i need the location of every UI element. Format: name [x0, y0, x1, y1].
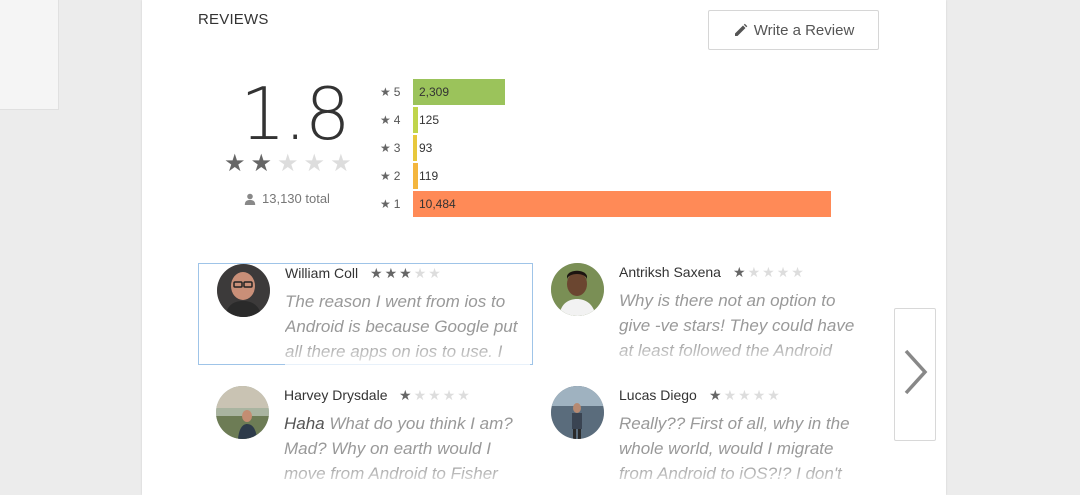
- review-text: The reason I went from ios to Android is…: [285, 289, 530, 367]
- star-empty-icon: ★: [442, 387, 456, 403]
- review-rating: ★ ★ ★ ★ ★: [370, 266, 441, 280]
- histogram-bar: [413, 107, 418, 133]
- star-empty-icon: ★: [776, 264, 790, 280]
- histogram-count: 2,309: [419, 85, 450, 99]
- review-text-body: Really?? First of all, why in the whole …: [619, 414, 850, 483]
- star-icon: ★: [380, 197, 391, 211]
- chevron-right-icon: [900, 347, 930, 402]
- histogram-row: ★ 5 2,309: [380, 79, 505, 105]
- histogram-label: ★ 5: [380, 85, 413, 99]
- review-text: Really?? First of all, why in the whole …: [619, 411, 864, 489]
- star-empty-icon: ★: [428, 265, 441, 281]
- histogram-count: 93: [419, 141, 433, 155]
- pencil-icon: [733, 23, 748, 38]
- write-review-label: Write a Review: [753, 21, 855, 39]
- review-rating: ★ ★ ★ ★ ★: [709, 388, 780, 402]
- histogram-row: ★ 2 119: [380, 163, 438, 189]
- star-empty-icon: ★: [738, 387, 751, 403]
- star-filled-icon: ★: [399, 387, 412, 403]
- write-review-button[interactable]: Write a Review: [708, 10, 879, 50]
- review-card[interactable]: William Coll ★ ★ ★ ★ ★ The reason I went from …: [198, 263, 533, 367]
- review-card[interactable]: Harvey Drysdale ★ ★ ★ ★ ★ Haha What do you thi…: [198, 386, 533, 489]
- star-empty-icon: ★: [428, 387, 441, 403]
- histogram-star-value: 4: [393, 113, 401, 127]
- avatar: [217, 264, 270, 317]
- review-author: Lucas Diego: [619, 387, 697, 403]
- total-ratings: 13,130 total: [244, 191, 330, 206]
- star-filled-icon: ★: [250, 150, 273, 177]
- histogram-row: ★ 4 125: [380, 107, 439, 133]
- star-empty-icon: ★: [723, 387, 737, 403]
- star-icon: ★: [380, 85, 391, 99]
- left-panel: [0, 0, 59, 110]
- star-empty-icon: ★: [413, 387, 427, 403]
- review-card[interactable]: Antriksh Saxena ★ ★ ★ ★ ★ Why is there not an …: [533, 263, 868, 366]
- avatar: [551, 263, 604, 316]
- review-text: Haha What do you think I am? Mad? Why on…: [284, 411, 529, 489]
- average-stars: ★ ★ ★ ★ ★: [224, 152, 352, 176]
- histogram-label: ★ 1: [380, 197, 413, 211]
- star-filled-icon: ★: [224, 150, 246, 177]
- star-filled-icon: ★: [384, 265, 398, 281]
- avatar: [551, 386, 604, 439]
- star-empty-icon: ★: [752, 387, 766, 403]
- star-empty-icon: ★: [413, 265, 427, 281]
- review-text-body: The reason I went from ios to Android is…: [285, 292, 518, 361]
- review-rating: ★ ★ ★ ★ ★: [399, 388, 470, 402]
- histogram-label: ★ 2: [380, 169, 413, 183]
- histogram-count: 119: [419, 169, 439, 183]
- star-filled-icon: ★: [709, 387, 722, 403]
- histogram-count: 125: [419, 113, 440, 127]
- star-filled-icon: ★: [733, 264, 746, 280]
- star-filled-icon: ★: [370, 265, 383, 281]
- review-text-lead: Haha: [284, 414, 325, 433]
- person-icon: [244, 193, 256, 205]
- star-empty-icon: ★: [767, 387, 780, 403]
- star-empty-icon: ★: [747, 264, 761, 280]
- histogram-row: ★ 3 93: [380, 135, 432, 161]
- star-empty-icon: ★: [303, 150, 326, 177]
- average-score: 1.8: [240, 72, 351, 156]
- total-text: 13,130 total: [262, 191, 330, 206]
- histogram-label: ★ 3: [380, 141, 413, 155]
- review-rating: ★ ★ ★ ★ ★: [733, 265, 804, 279]
- histogram-star-value: 3: [393, 141, 401, 155]
- star-icon: ★: [380, 113, 391, 127]
- star-empty-icon: ★: [457, 387, 470, 403]
- histogram-label: ★ 4: [380, 113, 413, 127]
- histogram-star-value: 2: [393, 169, 401, 183]
- star-icon: ★: [380, 141, 391, 155]
- star-empty-icon: ★: [330, 150, 352, 177]
- histogram-bar: [413, 135, 417, 161]
- next-reviews-button[interactable]: [894, 308, 936, 441]
- section-title: REVIEWS: [198, 11, 269, 28]
- star-icon: ★: [380, 169, 391, 183]
- histogram-star-value: 1: [393, 197, 401, 211]
- review-author: William Coll: [285, 265, 359, 281]
- review-author: Harvey Drysdale: [284, 387, 388, 403]
- histogram-count: 10,484: [419, 197, 456, 211]
- review-text-body: Why is there not an option to give -ve s…: [619, 291, 855, 360]
- review-text: Why is there not an option to give -ve s…: [619, 288, 864, 366]
- reviews-card: REVIEWS Write a Review 1.8 ★ ★ ★ ★ ★ 13,130 …: [142, 0, 946, 495]
- histogram-star-value: 5: [393, 85, 401, 99]
- review-card[interactable]: Lucas Diego ★ ★ ★ ★ ★ Really?? First of all, w…: [533, 386, 868, 489]
- star-empty-icon: ★: [791, 264, 804, 280]
- review-author: Antriksh Saxena: [619, 264, 721, 280]
- histogram-bar: [413, 191, 831, 217]
- histogram-row: ★ 1 10,484: [380, 191, 831, 217]
- star-filled-icon: ★: [399, 265, 412, 281]
- avatar: [216, 386, 269, 439]
- star-empty-icon: ★: [277, 150, 299, 177]
- star-empty-icon: ★: [762, 264, 775, 280]
- histogram-bar: [413, 163, 418, 189]
